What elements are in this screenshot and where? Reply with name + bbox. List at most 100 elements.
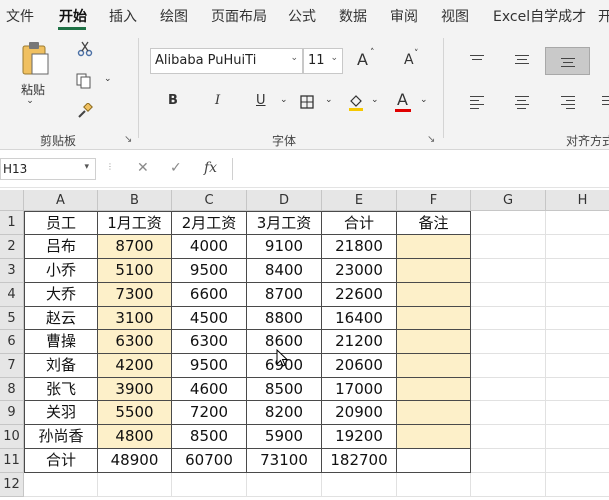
cell-h5[interactable] xyxy=(546,307,609,330)
dialog-launcher-icon[interactable]: ↘ xyxy=(427,134,435,145)
cell-h3[interactable] xyxy=(546,259,609,283)
cell-b2[interactable]: 8700 xyxy=(98,235,172,259)
cell-f11[interactable] xyxy=(397,449,471,473)
column-header-e[interactable]: E xyxy=(322,190,397,211)
cell-c3[interactable]: 9500 xyxy=(172,259,247,283)
cell-d3[interactable]: 8400 xyxy=(247,259,322,283)
cell-a9[interactable]: 关羽 xyxy=(24,401,98,425)
select-all-corner[interactable] xyxy=(0,190,24,211)
cell-f3[interactable] xyxy=(397,259,471,283)
cell-b7[interactable]: 4200 xyxy=(98,354,172,378)
menu-review[interactable]: 审阅 xyxy=(390,6,418,26)
dialog-launcher-icon[interactable]: ↘ xyxy=(124,134,132,145)
cell-f7[interactable] xyxy=(397,354,471,378)
cell-b11[interactable]: 48900 xyxy=(98,449,172,473)
cell-a11[interactable]: 合计 xyxy=(24,449,98,473)
column-header-d[interactable]: D xyxy=(247,190,322,211)
chevron-down-icon[interactable]: ⌄ xyxy=(280,95,288,105)
cell-e12[interactable] xyxy=(322,473,397,497)
column-header-c[interactable]: C xyxy=(172,190,247,211)
cell-c7[interactable]: 9500 xyxy=(172,354,247,378)
row-header-8[interactable]: 8 xyxy=(0,378,24,401)
cell-h10[interactable] xyxy=(546,425,609,449)
cell-f5[interactable] xyxy=(397,307,471,330)
row-header-11[interactable]: 11 xyxy=(0,449,24,473)
cell-d2[interactable]: 9100 xyxy=(247,235,322,259)
row-header-1[interactable]: 1 xyxy=(0,211,24,235)
cell-e9[interactable]: 20900 xyxy=(322,401,397,425)
cell-c10[interactable]: 8500 xyxy=(172,425,247,449)
cell-g11[interactable] xyxy=(471,449,546,473)
column-header-b[interactable]: B xyxy=(98,190,172,211)
chevron-down-icon[interactable]: ⌄ xyxy=(371,95,379,105)
menu-page-layout[interactable]: 页面布局 xyxy=(211,6,267,26)
cell-c8[interactable]: 4600 xyxy=(172,378,247,401)
cell-c12[interactable] xyxy=(172,473,247,497)
align-top-icon[interactable] xyxy=(470,55,484,63)
cell-h2[interactable] xyxy=(546,235,609,259)
worksheet-grid[interactable]: A B C D E F G H 1 员工 1月工资 2月工资 3月工资 合计 备注 2 吕布 8700 4000 91… xyxy=(0,190,609,500)
menu-formulas[interactable]: 公式 xyxy=(288,6,316,26)
column-header-f[interactable]: F xyxy=(397,190,471,211)
cell-e2[interactable]: 21800 xyxy=(322,235,397,259)
cell-d10[interactable]: 5900 xyxy=(247,425,322,449)
cell-e7[interactable]: 20600 xyxy=(322,354,397,378)
cell-g5[interactable] xyxy=(471,307,546,330)
cell-c11[interactable]: 60700 xyxy=(172,449,247,473)
cell-g10[interactable] xyxy=(471,425,546,449)
cell-d12[interactable] xyxy=(247,473,322,497)
cell-h7[interactable] xyxy=(546,354,609,378)
menu-developer[interactable]: 开 xyxy=(598,6,609,26)
menu-home[interactable]: 开始 xyxy=(59,6,87,26)
cell-c2[interactable]: 4000 xyxy=(172,235,247,259)
row-header-3[interactable]: 3 xyxy=(0,259,24,283)
row-header-9[interactable]: 9 xyxy=(0,401,24,425)
cell-e5[interactable]: 16400 xyxy=(322,307,397,330)
cell-g4[interactable] xyxy=(471,283,546,307)
cell-a8[interactable]: 张飞 xyxy=(24,378,98,401)
chevron-down-icon[interactable]: ⌄ xyxy=(104,74,112,84)
font-size-select[interactable]: 11 ⌄ xyxy=(303,48,343,74)
chevron-down-icon[interactable]: ⌄ xyxy=(325,95,333,105)
cell-e4[interactable]: 22600 xyxy=(322,283,397,307)
menu-file[interactable]: 文件 xyxy=(6,6,34,26)
cell-c9[interactable]: 7200 xyxy=(172,401,247,425)
bold-button[interactable]: B xyxy=(168,93,178,108)
format-painter-icon[interactable] xyxy=(76,102,94,120)
font-color-icon[interactable]: A xyxy=(397,90,408,109)
underline-button[interactable]: U xyxy=(256,93,266,108)
cell-a1[interactable]: 员工 xyxy=(24,211,98,235)
paste-icon[interactable] xyxy=(18,40,52,78)
align-middle-icon[interactable] xyxy=(515,55,529,67)
row-header-4[interactable]: 4 xyxy=(0,283,24,307)
cell-c4[interactable]: 6600 xyxy=(172,283,247,307)
cell-g3[interactable] xyxy=(471,259,546,283)
indent-icon[interactable] xyxy=(602,96,609,108)
insert-function-icon[interactable]: fx xyxy=(204,160,217,176)
cell-c5[interactable]: 4500 xyxy=(172,307,247,330)
cell-g9[interactable] xyxy=(471,401,546,425)
name-box[interactable]: H13 ▾ xyxy=(0,158,96,180)
menu-draw[interactable]: 绘图 xyxy=(160,6,188,26)
cell-f6[interactable] xyxy=(397,330,471,354)
cell-h4[interactable] xyxy=(546,283,609,307)
menu-data[interactable]: 数据 xyxy=(339,6,367,26)
cell-g7[interactable] xyxy=(471,354,546,378)
row-header-7[interactable]: 7 xyxy=(0,354,24,378)
cell-b8[interactable]: 3900 xyxy=(98,378,172,401)
menu-view[interactable]: 视图 xyxy=(441,6,469,26)
cell-g12[interactable] xyxy=(471,473,546,497)
cell-h11[interactable] xyxy=(546,449,609,473)
shrink-font-icon[interactable]: A xyxy=(404,52,414,68)
align-right-icon[interactable] xyxy=(561,96,575,112)
chevron-down-icon[interactable]: ⌄ xyxy=(20,96,40,106)
cell-d1[interactable]: 3月工资 xyxy=(247,211,322,235)
cell-a10[interactable]: 孙尚香 xyxy=(24,425,98,449)
formula-input[interactable] xyxy=(232,158,609,180)
cell-d4[interactable]: 8700 xyxy=(247,283,322,307)
font-name-select[interactable]: Alibaba PuHuiTi ⌄ xyxy=(150,48,303,74)
cut-icon[interactable] xyxy=(76,40,94,58)
column-header-a[interactable]: A xyxy=(24,190,98,211)
chevron-down-icon[interactable]: ⌄ xyxy=(420,95,428,105)
cell-b9[interactable]: 5500 xyxy=(98,401,172,425)
